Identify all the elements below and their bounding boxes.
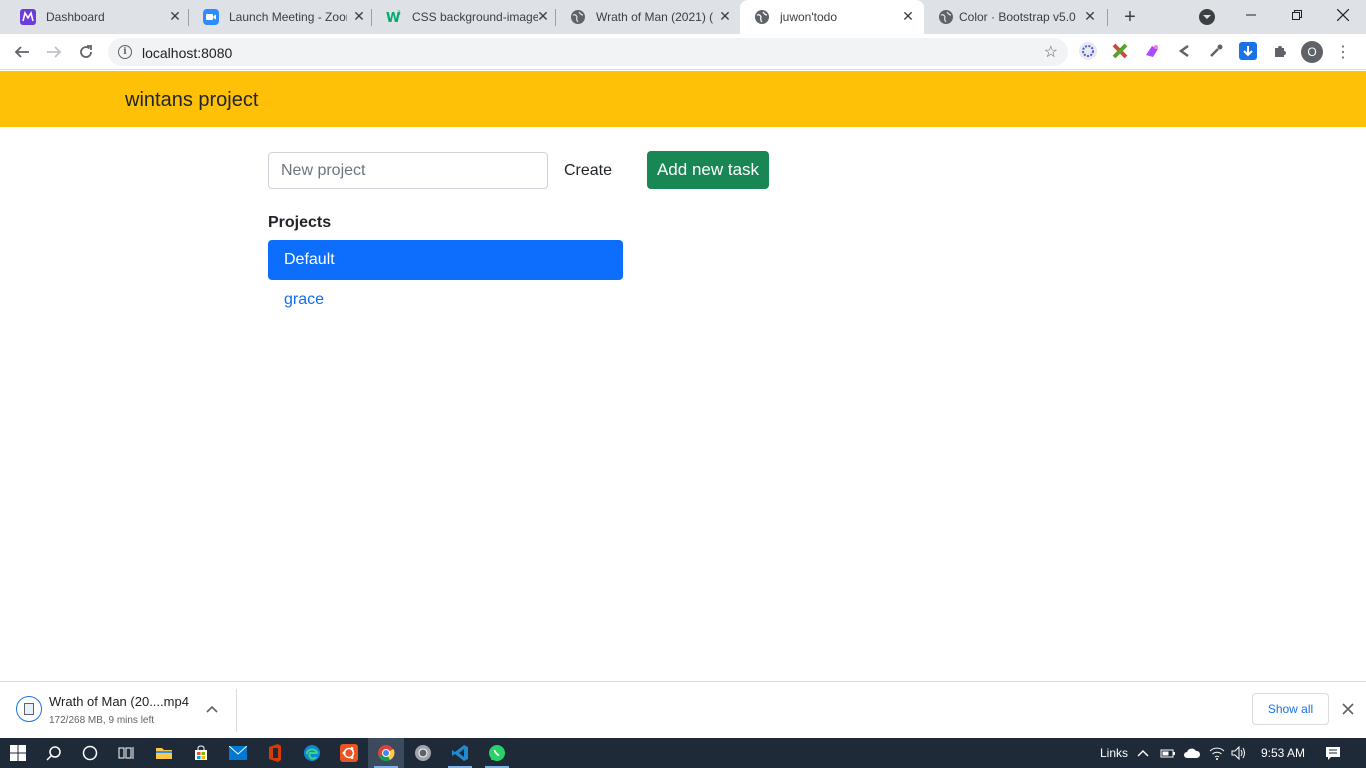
browser-tab-strip: Dashboard ✕ Launch Meeting - Zoom ✕ W3 C… (0, 0, 1366, 34)
address-bar[interactable]: i localhost:8080 ☆ (108, 38, 1068, 66)
project-item-default[interactable]: Default (268, 240, 623, 280)
profile-avatar[interactable]: O (1301, 41, 1323, 63)
arrow-extension-icon[interactable] (1175, 42, 1193, 60)
download-file-icon[interactable] (16, 696, 42, 722)
show-hidden-icons-chevron-icon[interactable] (1137, 738, 1149, 768)
download-extension-icon[interactable] (1239, 42, 1257, 60)
puzzle-x-extension-icon[interactable] (1111, 42, 1129, 60)
globe-icon (754, 9, 770, 25)
file-explorer-icon[interactable] (146, 738, 182, 768)
tab-close-icon[interactable]: ✕ (1082, 8, 1098, 24)
windows-start-icon[interactable] (0, 738, 36, 768)
globe-icon (570, 9, 586, 25)
tab-close-icon[interactable]: ✕ (717, 8, 733, 24)
browser-tab-w3schools[interactable]: W3 CSS background-image ✕ (372, 0, 556, 34)
tab-title: Launch Meeting - Zoom (229, 10, 347, 24)
tab-title: Dashboard (46, 10, 105, 24)
browser-toolbar: i localhost:8080 ☆ O ⋮ (0, 34, 1366, 70)
office-icon[interactable] (257, 738, 293, 768)
eyedropper-extension-icon[interactable] (1207, 42, 1225, 60)
volume-icon[interactable] (1231, 738, 1247, 768)
tab-close-icon[interactable]: ✕ (535, 8, 551, 24)
tab-title: CSS background-image (412, 10, 538, 24)
onedrive-cloud-icon[interactable] (1183, 738, 1201, 768)
download-separator (236, 689, 237, 732)
tab-search-icon[interactable] (1199, 9, 1215, 25)
address-url: localhost:8080 (142, 45, 233, 61)
browser-tab-dashboard[interactable]: Dashboard ✕ (6, 0, 189, 34)
svg-text:3: 3 (397, 10, 401, 17)
new-project-input[interactable] (268, 152, 548, 189)
battery-icon[interactable] (1160, 738, 1176, 768)
project-item-grace[interactable]: grace (268, 280, 623, 320)
tab-close-icon[interactable]: ✕ (351, 8, 367, 24)
task-view-icon[interactable] (108, 738, 144, 768)
chrome-icon[interactable] (368, 738, 404, 768)
browser-tab-juwon-todo[interactable]: juwon'todo ✕ (740, 0, 924, 34)
tab-close-icon[interactable]: ✕ (900, 8, 916, 24)
action-center-icon[interactable] (1325, 738, 1341, 768)
edge-icon[interactable] (294, 738, 330, 768)
mural-logo-icon (20, 9, 36, 25)
site-info-icon[interactable]: i (118, 45, 132, 59)
download-file-name[interactable]: Wrath of Man (20....mp4 (49, 694, 189, 709)
reload-icon[interactable] (74, 40, 98, 64)
clock-time[interactable]: 9:53 AM (1261, 738, 1305, 768)
create-project-button[interactable]: Create (553, 152, 623, 189)
browser-menu-icon[interactable]: ⋮ (1335, 41, 1351, 63)
download-shelf: Wrath of Man (20....mp4 172/268 MB, 9 mi… (0, 681, 1366, 738)
whatsapp-icon[interactable] (479, 738, 515, 768)
app-brand[interactable]: wintans project (125, 89, 258, 112)
tab-title: Wrath of Man (2021) ( (596, 10, 714, 24)
windows-taskbar: Links 9:53 AM (0, 738, 1366, 768)
browser-tab-zoom[interactable]: Launch Meeting - Zoom ✕ (189, 0, 372, 34)
tab-separator (1107, 9, 1108, 26)
download-status: 172/268 MB, 9 mins left (49, 715, 155, 726)
tab-title: Color · Bootstrap v5.0 (959, 10, 1076, 24)
store-icon[interactable] (183, 738, 219, 768)
cluster-extension-icon[interactable] (1079, 42, 1097, 60)
new-tab-button[interactable]: + (1119, 6, 1141, 28)
bookmark-star-icon[interactable]: ☆ (1044, 42, 1058, 62)
cortana-icon[interactable] (72, 738, 108, 768)
magic-extension-icon[interactable] (1143, 42, 1161, 60)
show-all-downloads-button[interactable]: Show all (1252, 693, 1329, 725)
search-icon[interactable] (36, 738, 72, 768)
extensions-puzzle-icon[interactable] (1271, 42, 1289, 60)
add-new-task-button[interactable]: Add new task (647, 151, 769, 189)
chrome-canary-icon[interactable] (405, 738, 441, 768)
browser-tab-bootstrap-color[interactable]: Color · Bootstrap v5.0 ✕ (924, 0, 1108, 34)
globe-icon (938, 9, 954, 25)
chevron-up-icon[interactable] (204, 701, 220, 717)
zoom-logo-icon (203, 9, 219, 25)
close-window-icon[interactable] (1320, 0, 1366, 30)
projects-heading: Projects (268, 214, 332, 231)
wifi-icon[interactable] (1209, 738, 1225, 768)
tab-close-icon[interactable]: ✕ (167, 8, 183, 24)
links-toolbar[interactable]: Links (1100, 738, 1128, 768)
w3schools-logo-icon: W3 (386, 9, 402, 25)
vscode-icon[interactable] (442, 738, 478, 768)
back-arrow-icon[interactable] (10, 40, 34, 64)
close-shelf-icon[interactable] (1340, 701, 1356, 717)
forward-arrow-icon[interactable] (42, 40, 66, 64)
restore-window-icon[interactable] (1274, 0, 1320, 30)
browser-tab-wrath-of-man[interactable]: Wrath of Man (2021) ( ✕ (556, 0, 740, 34)
minimize-window-icon[interactable] (1228, 0, 1274, 30)
mail-icon[interactable] (220, 738, 256, 768)
ubuntu-icon[interactable] (331, 738, 367, 768)
app-navbar: wintans project (0, 71, 1366, 127)
tab-title: juwon'todo (780, 10, 837, 24)
projects-list: Default grace (268, 240, 623, 320)
